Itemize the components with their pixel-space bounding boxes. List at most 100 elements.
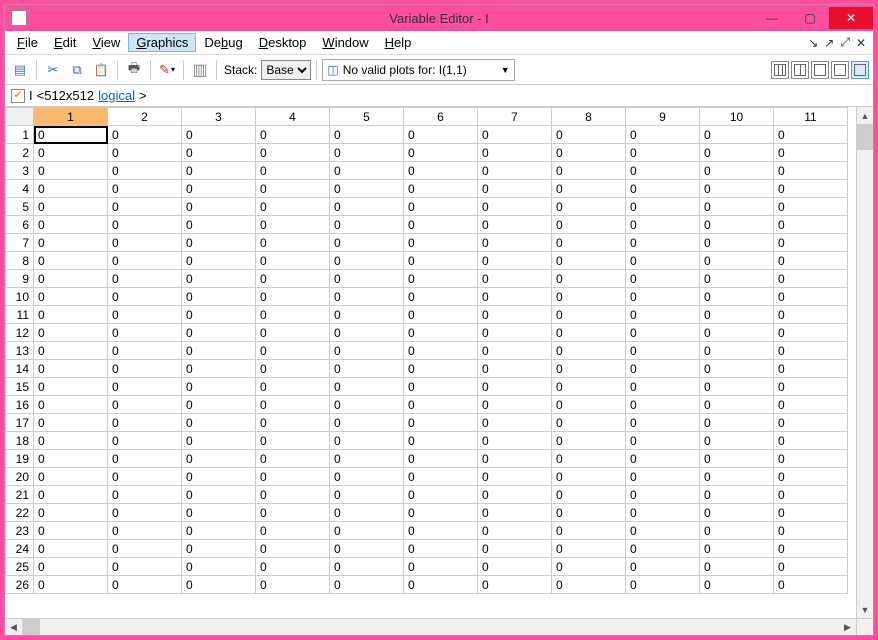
cell[interactable]: 0 bbox=[774, 468, 848, 486]
cell[interactable]: 0 bbox=[404, 252, 478, 270]
row-header[interactable]: 23 bbox=[6, 522, 34, 540]
cell[interactable]: 0 bbox=[626, 216, 700, 234]
cell[interactable]: 0 bbox=[108, 126, 182, 144]
cell[interactable]: 0 bbox=[552, 144, 626, 162]
cell[interactable]: 0 bbox=[256, 360, 330, 378]
cell[interactable]: 0 bbox=[182, 144, 256, 162]
col-header[interactable]: 3 bbox=[182, 108, 256, 126]
cell[interactable]: 0 bbox=[34, 540, 108, 558]
cell[interactable]: 0 bbox=[34, 450, 108, 468]
cell[interactable]: 0 bbox=[108, 252, 182, 270]
cell[interactable]: 0 bbox=[182, 432, 256, 450]
cell[interactable]: 0 bbox=[626, 450, 700, 468]
cell[interactable]: 0 bbox=[478, 576, 552, 594]
cell[interactable]: 0 bbox=[774, 216, 848, 234]
cell[interactable]: 0 bbox=[182, 522, 256, 540]
cell[interactable]: 0 bbox=[774, 144, 848, 162]
cell[interactable]: 0 bbox=[182, 252, 256, 270]
col-header[interactable]: 9 bbox=[626, 108, 700, 126]
cell[interactable]: 0 bbox=[330, 324, 404, 342]
cell[interactable]: 0 bbox=[626, 198, 700, 216]
cell[interactable]: 0 bbox=[330, 144, 404, 162]
cell[interactable]: 0 bbox=[34, 468, 108, 486]
cell[interactable]: 0 bbox=[552, 396, 626, 414]
cell[interactable]: 0 bbox=[774, 522, 848, 540]
row-header[interactable]: 9 bbox=[6, 270, 34, 288]
new-variable-button[interactable] bbox=[9, 59, 31, 81]
cell[interactable]: 0 bbox=[626, 270, 700, 288]
print-button[interactable] bbox=[123, 59, 145, 81]
cell[interactable]: 0 bbox=[182, 126, 256, 144]
cell[interactable]: 0 bbox=[552, 216, 626, 234]
cell[interactable]: 0 bbox=[34, 198, 108, 216]
cell[interactable]: 0 bbox=[34, 504, 108, 522]
cell[interactable]: 0 bbox=[478, 504, 552, 522]
cell[interactable]: 0 bbox=[478, 144, 552, 162]
cell[interactable]: 0 bbox=[108, 360, 182, 378]
cell[interactable]: 0 bbox=[700, 504, 774, 522]
cell[interactable]: 0 bbox=[552, 126, 626, 144]
cell[interactable]: 0 bbox=[34, 576, 108, 594]
cell[interactable]: 0 bbox=[774, 450, 848, 468]
cell[interactable]: 0 bbox=[108, 414, 182, 432]
cell[interactable]: 0 bbox=[552, 576, 626, 594]
cell[interactable]: 0 bbox=[108, 342, 182, 360]
cell[interactable]: 0 bbox=[108, 234, 182, 252]
menu-graphics[interactable]: Graphics bbox=[128, 33, 196, 52]
cell[interactable]: 0 bbox=[108, 180, 182, 198]
cell[interactable]: 0 bbox=[700, 540, 774, 558]
cell[interactable]: 0 bbox=[404, 450, 478, 468]
cell[interactable]: 0 bbox=[256, 198, 330, 216]
row-header[interactable]: 8 bbox=[6, 252, 34, 270]
cell[interactable]: 0 bbox=[34, 432, 108, 450]
cell[interactable]: 0 bbox=[404, 144, 478, 162]
cell[interactable]: 0 bbox=[478, 360, 552, 378]
cell[interactable]: 0 bbox=[256, 414, 330, 432]
cell[interactable]: 0 bbox=[700, 324, 774, 342]
cell[interactable]: 0 bbox=[774, 378, 848, 396]
cell[interactable]: 0 bbox=[182, 288, 256, 306]
cell[interactable]: 0 bbox=[626, 180, 700, 198]
cell[interactable]: 0 bbox=[700, 234, 774, 252]
col-header[interactable]: 2 bbox=[108, 108, 182, 126]
cell[interactable]: 0 bbox=[478, 270, 552, 288]
dock-minimize-icon[interactable]: ↘ bbox=[805, 36, 821, 50]
cell[interactable]: 0 bbox=[774, 576, 848, 594]
cell[interactable]: 0 bbox=[256, 342, 330, 360]
cell[interactable]: 0 bbox=[478, 414, 552, 432]
cell[interactable]: 0 bbox=[404, 396, 478, 414]
cell[interactable]: 0 bbox=[552, 522, 626, 540]
cell[interactable]: 0 bbox=[404, 180, 478, 198]
cell[interactable]: 0 bbox=[404, 342, 478, 360]
cell[interactable]: 0 bbox=[552, 504, 626, 522]
cell[interactable]: 0 bbox=[626, 162, 700, 180]
cell[interactable]: 0 bbox=[626, 432, 700, 450]
cell[interactable]: 0 bbox=[330, 468, 404, 486]
close-button[interactable]: ✕ bbox=[829, 7, 873, 29]
cell[interactable]: 0 bbox=[182, 486, 256, 504]
row-header[interactable]: 15 bbox=[6, 378, 34, 396]
cell[interactable]: 0 bbox=[478, 198, 552, 216]
cell[interactable]: 0 bbox=[330, 486, 404, 504]
cell[interactable]: 0 bbox=[552, 360, 626, 378]
layout-tile-button[interactable] bbox=[831, 61, 849, 79]
row-header[interactable]: 4 bbox=[6, 180, 34, 198]
cell[interactable]: 0 bbox=[182, 270, 256, 288]
col-header[interactable]: 6 bbox=[404, 108, 478, 126]
row-header[interactable]: 25 bbox=[6, 558, 34, 576]
cell[interactable]: 0 bbox=[256, 270, 330, 288]
cell[interactable]: 0 bbox=[34, 486, 108, 504]
cell[interactable]: 0 bbox=[34, 324, 108, 342]
cell[interactable]: 0 bbox=[34, 234, 108, 252]
cell[interactable]: 0 bbox=[774, 486, 848, 504]
cell[interactable]: 0 bbox=[700, 126, 774, 144]
cell[interactable]: 0 bbox=[256, 216, 330, 234]
cell[interactable]: 0 bbox=[108, 576, 182, 594]
cell[interactable]: 0 bbox=[108, 324, 182, 342]
cell[interactable]: 0 bbox=[182, 540, 256, 558]
cell[interactable]: 0 bbox=[256, 486, 330, 504]
cell[interactable]: 0 bbox=[700, 180, 774, 198]
cell[interactable]: 0 bbox=[700, 270, 774, 288]
scroll-thumb[interactable] bbox=[857, 124, 873, 150]
cell[interactable]: 0 bbox=[34, 306, 108, 324]
